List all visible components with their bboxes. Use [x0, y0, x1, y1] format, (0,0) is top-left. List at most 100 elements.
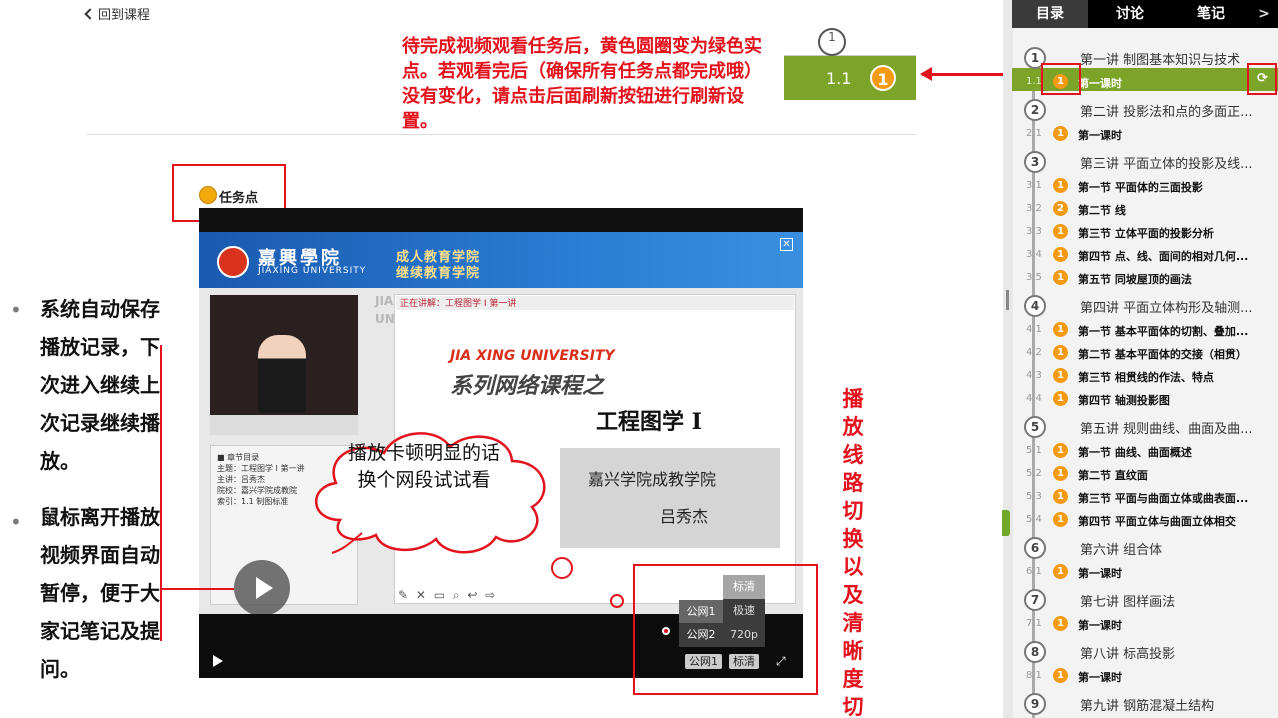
chapter-number-icon: 2: [1024, 99, 1046, 121]
chapter-row[interactable]: 5 第五讲 规则曲线、曲面及曲...: [1012, 416, 1278, 439]
chapter-title: 第八讲 标高投影: [1080, 647, 1176, 662]
section-row[interactable]: 6.1 1 第一课时: [1012, 560, 1278, 583]
task-point-label: 任务点: [219, 191, 259, 206]
section-row[interactable]: 7.1 1 第一课时: [1012, 612, 1278, 635]
chapter-row[interactable]: 2 第二讲 投影法和点的多面正...: [1012, 99, 1278, 122]
chapter-row[interactable]: 4 第四讲 平面立体构形及轴测...: [1012, 295, 1278, 318]
slide-university-en: JIA XING UNIVERSITY: [450, 348, 615, 364]
tab-discussion[interactable]: 讨论: [1088, 0, 1172, 28]
chapter-row[interactable]: 6 第六讲 组合体: [1012, 537, 1278, 560]
section-number: 3.4: [1026, 249, 1042, 260]
task-status-dot-icon: 1: [1053, 368, 1068, 383]
task-point-icon: [199, 186, 217, 204]
section-number: 2.1: [1026, 128, 1042, 139]
chapter-row[interactable]: 9 第九讲 钢筋混凝土结构: [1012, 693, 1278, 716]
section-row[interactable]: 3.4 1 第四节 点、线、面间的相对几何...: [1012, 243, 1278, 266]
annotation-switch-note: 播放线路切换以及清晰度切换。: [842, 387, 864, 718]
bullet-text-autosave: 系统自动保存播放记录，下次进入继续上次记录继续播放。: [40, 297, 160, 473]
close-icon[interactable]: ✕: [780, 238, 793, 251]
task-status-dot-icon: 1: [1053, 247, 1068, 262]
chevron-left-icon: [84, 8, 96, 20]
task-status-dot-icon: 1: [1053, 668, 1068, 683]
section-title: 第一节 基本平面体的切割、叠加...: [1078, 325, 1249, 338]
section-title: 第一课时: [1078, 619, 1122, 632]
play-icon: [256, 577, 273, 599]
slide-header: 正在讲解：工程图学 I 第一讲: [396, 296, 794, 310]
section-title: 第四节 点、线、面间的相对几何...: [1078, 250, 1249, 263]
sidebar-toggle-tab[interactable]: [1002, 510, 1010, 536]
task-status-dot-icon: 1: [1053, 224, 1068, 239]
back-link-label: 回到课程: [98, 8, 151, 23]
zoomed-chapter-number: 1: [818, 28, 846, 56]
cloud-note-text: 播放卡顿明显的话换个网段试试看: [347, 442, 500, 491]
chapter-title: 第九讲 钢筋混凝土结构: [1080, 699, 1215, 714]
chevron-right-icon[interactable]: >: [1250, 0, 1278, 28]
section-title: 第一课时: [1078, 77, 1122, 90]
section-row[interactable]: 5.1 1 第一节 曲线、曲面概述: [1012, 439, 1278, 462]
section-title: 第一节 曲线、曲面概述: [1078, 446, 1192, 459]
task-status-dot-icon: 1: [1053, 443, 1068, 458]
task-status-dot-icon: 1: [1053, 270, 1068, 285]
lecturer-figure: [258, 335, 306, 413]
slide-toolbar-icons: ✎ ✕ ▭ ⌕ ↩ ⇨: [398, 588, 498, 602]
section-number: 4.4: [1026, 393, 1042, 404]
section-number: 5.1: [1026, 445, 1042, 456]
play-icon[interactable]: [213, 655, 223, 667]
slide-course-title: 工程图学 I: [596, 409, 702, 435]
section-row[interactable]: 5.3 1 第三节 平面与曲面立体或曲表面...: [1012, 485, 1278, 508]
section-row[interactable]: 4.1 1 第一节 基本平面体的切割、叠加...: [1012, 318, 1278, 341]
task-status-dot-icon: 1: [1053, 178, 1068, 193]
section-row[interactable]: 8.1 1 第一课时: [1012, 664, 1278, 687]
chapter-number-icon: 6: [1024, 537, 1046, 559]
section-title: 第一课时: [1078, 567, 1122, 580]
chapter-title: 第六讲 组合体: [1080, 543, 1163, 558]
slide-school: 嘉兴学院成教学院: [588, 470, 717, 489]
grip-icon: [1006, 290, 1009, 310]
task-status-dot-icon: 1: [1053, 512, 1068, 527]
section-number: 6.1: [1026, 566, 1042, 577]
chapter-row[interactable]: 3 第三讲 平面立体的投影及线...: [1012, 151, 1278, 174]
section-row[interactable]: 4.3 1 第三节 相贯线的作法、特点: [1012, 364, 1278, 387]
annotation-refresh-note: 待完成视频观看任务后，黄色圆圈变为绿色实点。若观看完后（确保所有任务点都完成哦）…: [402, 34, 774, 134]
task-status-dot-icon: 1: [1053, 564, 1068, 579]
section-row[interactable]: 3.5 1 第五节 同坡屋顶的画法: [1012, 266, 1278, 289]
annotation-box-switch: [633, 564, 818, 695]
tab-notes[interactable]: 笔记: [1172, 0, 1250, 28]
slide-series-label: 系列网络课程之: [450, 374, 605, 399]
tab-catalog[interactable]: 目录: [1012, 0, 1088, 28]
section-row[interactable]: 4.2 1 第二节 基本平面体的交接（相贯）: [1012, 341, 1278, 364]
section-number: 3.2: [1026, 203, 1042, 214]
task-status-dot-icon: 1: [1053, 322, 1068, 337]
section-number: 3.3: [1026, 226, 1042, 237]
task-status-dot-icon: 1: [870, 65, 896, 91]
task-status-dot-icon: 1: [1053, 489, 1068, 504]
back-to-course-link[interactable]: 回到课程: [84, 4, 151, 23]
arrow-head-icon: [920, 67, 932, 81]
section-row[interactable]: 2.1 1 第一课时: [1012, 122, 1278, 145]
section-title: 第三节 平面与曲面立体或曲表面...: [1078, 492, 1249, 505]
chapter-title: 第五讲 规则曲线、曲面及曲...: [1080, 422, 1253, 437]
task-status-dot-icon: 1: [1053, 466, 1068, 481]
chapter-number-icon: 3: [1024, 151, 1046, 173]
university-logo-icon: [217, 246, 249, 278]
chapter-number-icon: 7: [1024, 589, 1046, 611]
section-row[interactable]: 4.4 1 第四节 轴测投影图: [1012, 387, 1278, 410]
annotation-box-status: [1041, 63, 1081, 95]
section-title: 第三节 立体平面的投影分析: [1078, 227, 1214, 240]
section-row[interactable]: 3.1 1 第一节 平面体的三面投影: [1012, 174, 1278, 197]
section-row[interactable]: 5.2 1 第二节 直纹面: [1012, 462, 1278, 485]
bullet-dot-icon: •: [10, 298, 22, 322]
chapter-number-icon: 5: [1024, 416, 1046, 438]
chapter-row[interactable]: 7 第七讲 图样画法: [1012, 589, 1278, 612]
task-status-dot-icon: 1: [1053, 616, 1068, 631]
section-row[interactable]: 3.2 2 第二节 线: [1012, 197, 1278, 220]
section-row[interactable]: 5.4 1 第四节 平面立体与曲面立体相交: [1012, 508, 1278, 531]
task-status-dot-icon: 2: [1053, 201, 1068, 216]
section-title: 第三节 相贯线的作法、特点: [1078, 371, 1214, 384]
bullet-dot-icon: •: [10, 510, 22, 534]
big-play-button[interactable]: [234, 560, 290, 616]
task-status-dot-icon: 1: [1053, 345, 1068, 360]
section-row[interactable]: 3.3 1 第三节 立体平面的投影分析: [1012, 220, 1278, 243]
slide-teacher: 吕秀杰: [660, 507, 709, 526]
chapter-row[interactable]: 8 第八讲 标高投影: [1012, 641, 1278, 664]
